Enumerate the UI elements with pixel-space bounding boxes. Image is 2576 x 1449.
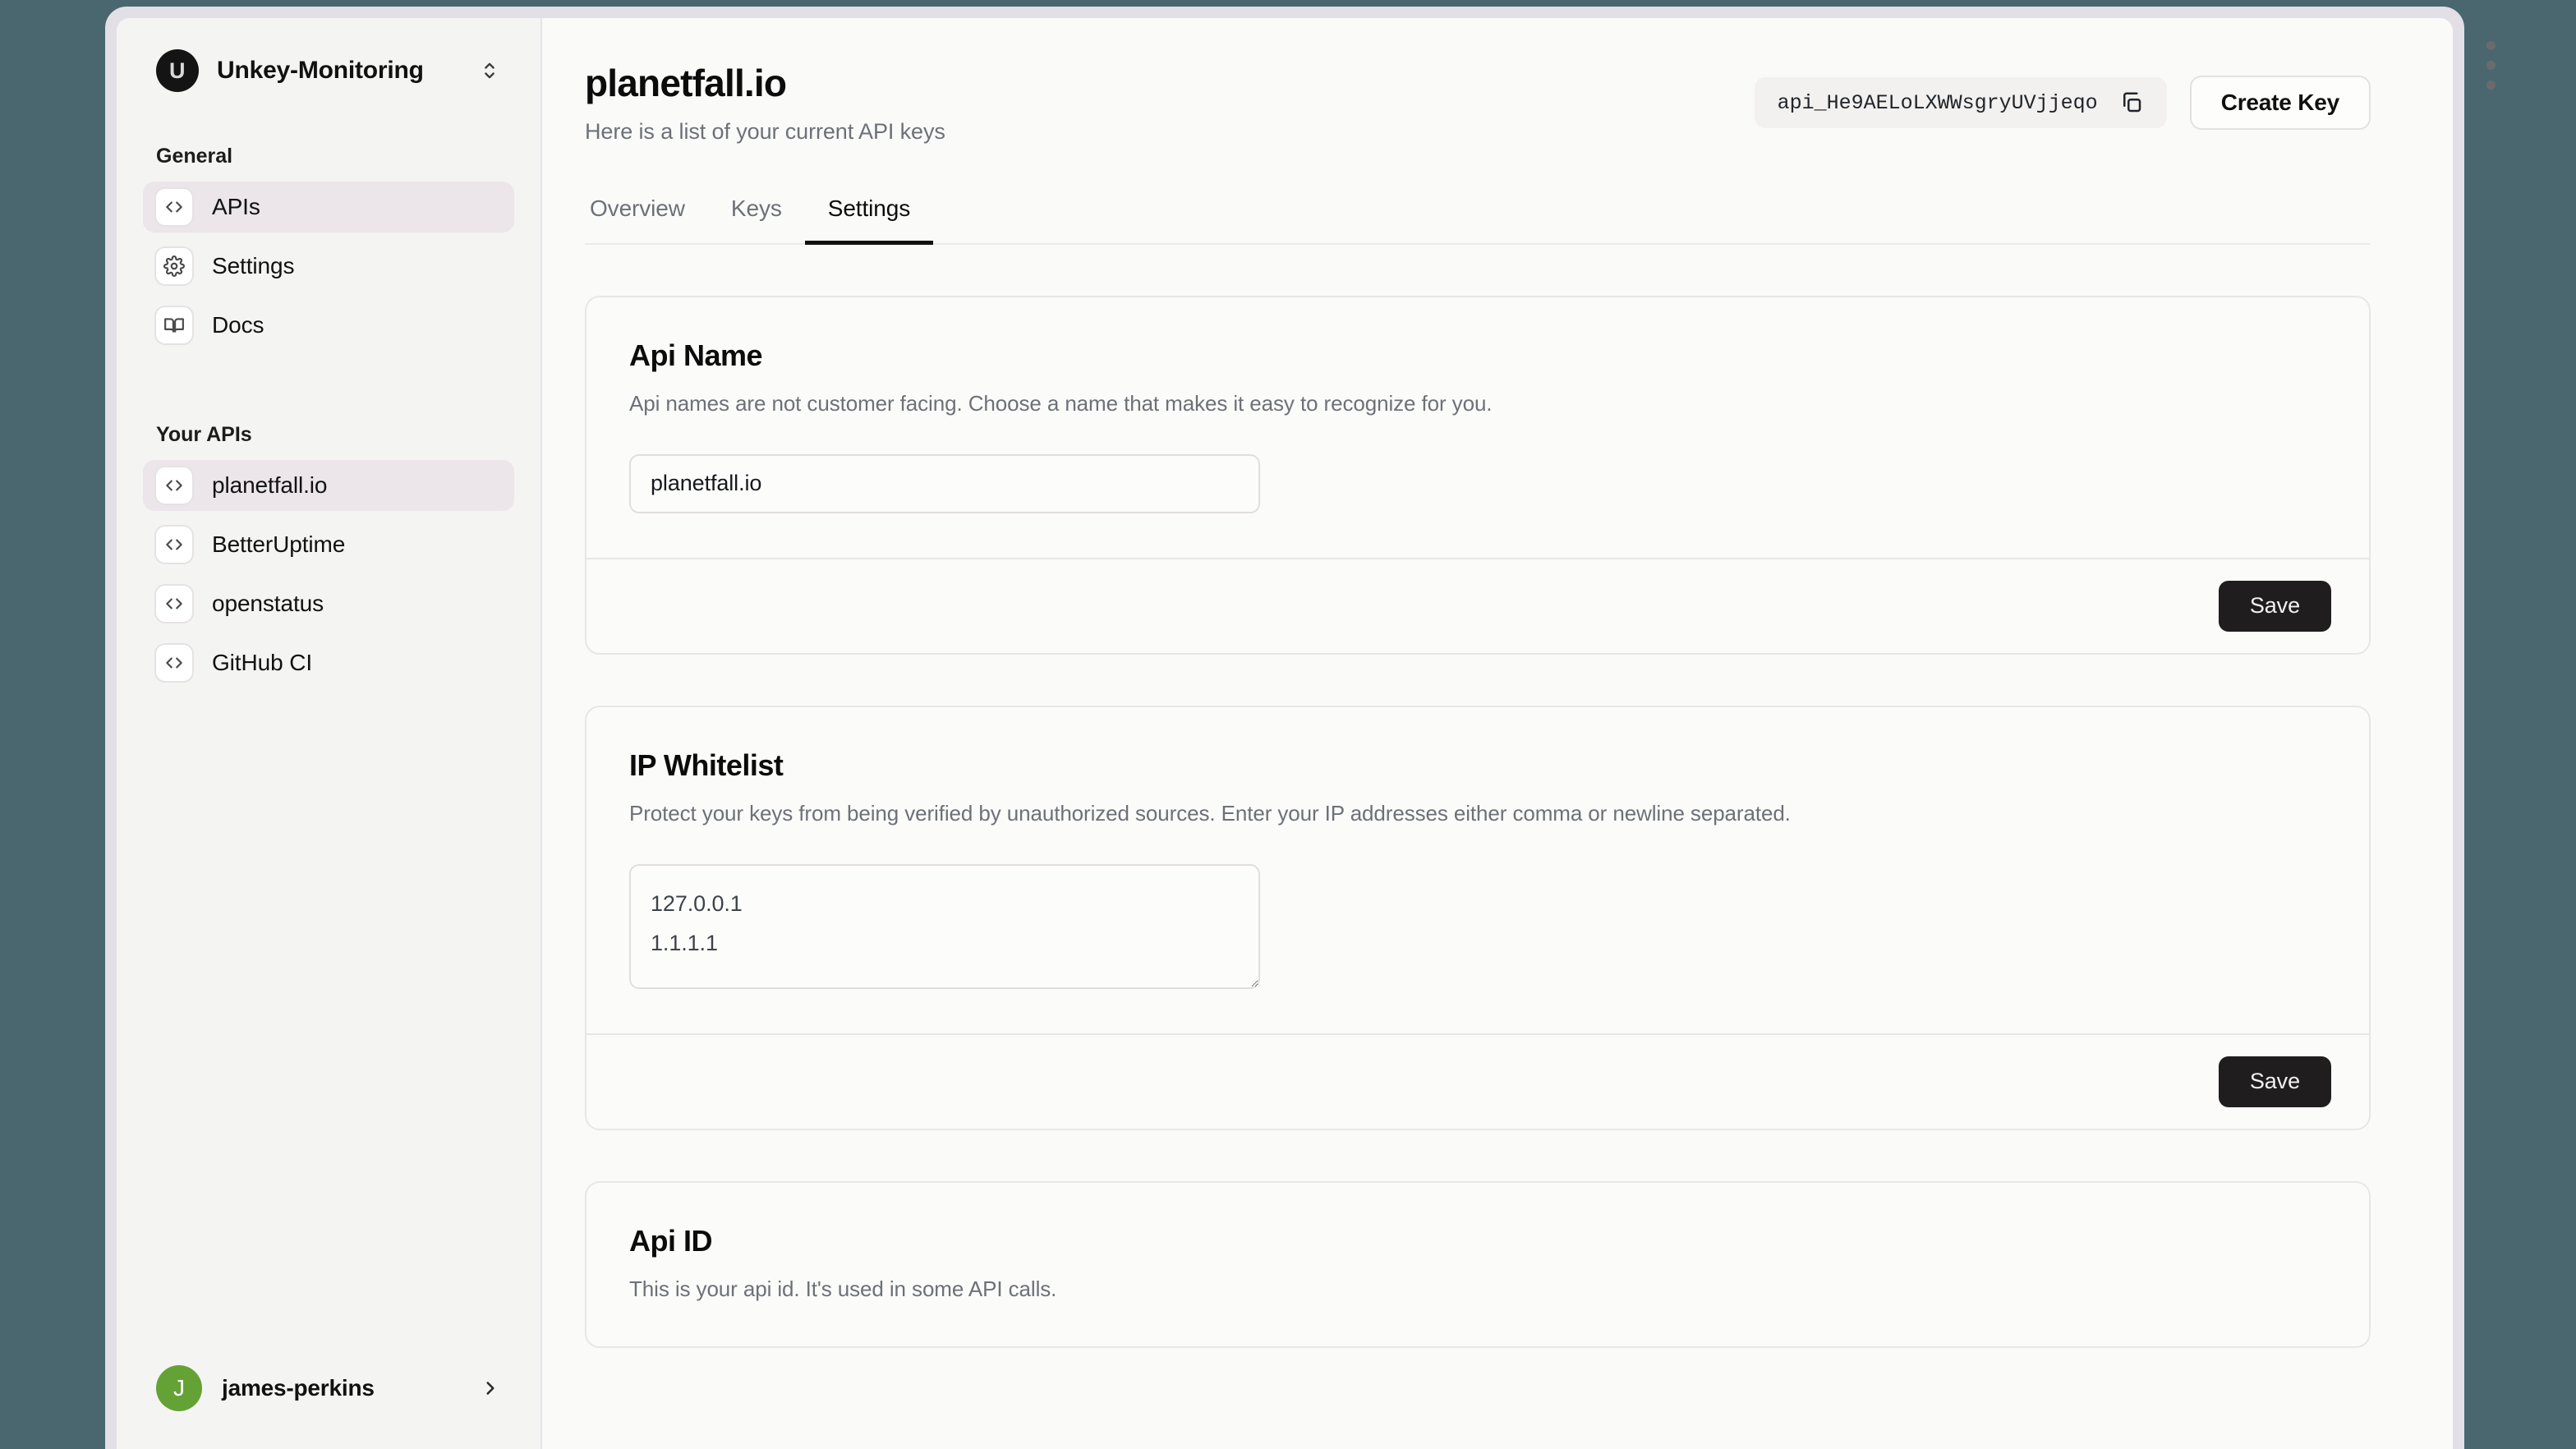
code-icon (154, 187, 194, 227)
sidebar-item-label: planetfall.io (212, 472, 327, 499)
sidebar-item-label: APIs (212, 194, 260, 220)
sidebar-item-label: openstatus (212, 591, 324, 617)
card-description: Api names are not customer facing. Choos… (629, 391, 2326, 416)
sidebar: U Unkey-Monitoring General APIs (117, 18, 542, 1449)
ip-whitelist-card-body: IP Whitelist Protect your keys from bein… (586, 707, 2369, 1033)
card-title: IP Whitelist (629, 748, 2326, 783)
tab-settings[interactable]: Settings (805, 196, 933, 243)
api-key-value: api_He9AELoLXWWsgryUVjjeqo (1778, 91, 2098, 115)
user-name: james-perkins (222, 1375, 460, 1401)
sidebar-item-docs[interactable]: Docs (143, 300, 514, 351)
workspace-avatar: U (156, 49, 199, 92)
save-button[interactable]: Save (2219, 1056, 2331, 1107)
workspace-switcher[interactable]: U Unkey-Monitoring (143, 18, 514, 123)
chevron-up-down-icon (478, 57, 501, 85)
copy-icon[interactable] (2119, 90, 2144, 115)
card-description: This is your api id. It's used in some A… (629, 1276, 2326, 1302)
sidebar-item-label: BetterUptime (212, 531, 345, 558)
sidebar-spacer (143, 697, 514, 1339)
ip-whitelist-card: IP Whitelist Protect your keys from bein… (585, 706, 2371, 1130)
app-panel: U Unkey-Monitoring General APIs (117, 18, 2453, 1449)
code-icon (154, 525, 194, 564)
ip-whitelist-textarea[interactable]: 127.0.0.1 1.1.1.1 (629, 864, 1260, 989)
sidebar-item-settings[interactable]: Settings (143, 241, 514, 292)
sidebar-item-label: Settings (212, 253, 294, 279)
code-icon (154, 466, 194, 505)
app-window: U Unkey-Monitoring General APIs (105, 7, 2464, 1449)
ip-whitelist-card-footer: Save (586, 1033, 2369, 1129)
sidebar-item-betteruptime[interactable]: BetterUptime (143, 519, 514, 570)
card-title: Api ID (629, 1224, 2326, 1258)
grip-dot (2486, 80, 2496, 90)
grip-dot (2486, 41, 2496, 50)
header-actions: api_He9AELoLXWWsgryUVjjeqo Create Key (1755, 62, 2371, 130)
api-name-card: Api Name Api names are not customer faci… (585, 296, 2371, 655)
api-name-input[interactable] (629, 454, 1260, 513)
avatar: J (156, 1365, 202, 1411)
api-id-card: Api ID This is your api id. It's used in… (585, 1181, 2371, 1348)
nav-section-general-label: General (143, 145, 514, 168)
api-key-copy-pill[interactable]: api_He9AELoLXWWsgryUVjjeqo (1755, 77, 2167, 128)
sidebar-item-apis[interactable]: APIs (143, 182, 514, 232)
card-title: Api Name (629, 338, 2326, 373)
window-grip-handle[interactable] (2486, 41, 2496, 90)
api-id-card-body: Api ID This is your api id. It's used in… (586, 1183, 2369, 1346)
workspace-name: Unkey-Monitoring (217, 57, 460, 85)
sidebar-item-label: Docs (212, 312, 264, 338)
page-subtitle: Here is a list of your current API keys (585, 119, 945, 145)
tab-bar: Overview Keys Settings (585, 196, 2371, 245)
code-icon (154, 643, 194, 683)
api-name-card-body: Api Name Api names are not customer faci… (586, 297, 2369, 558)
tab-overview[interactable]: Overview (585, 196, 708, 243)
user-menu[interactable]: J james-perkins (143, 1339, 514, 1438)
sidebar-item-label: GitHub CI (212, 650, 312, 676)
book-icon (154, 306, 194, 345)
nav-section-your-apis-label: Your APIs (143, 423, 514, 447)
chevron-right-icon (480, 1378, 501, 1399)
gear-icon (154, 246, 194, 286)
sidebar-item-planetfall-io[interactable]: planetfall.io (143, 460, 514, 511)
card-description: Protect your keys from being verified by… (629, 801, 2326, 826)
api-name-card-footer: Save (586, 558, 2369, 653)
create-key-button[interactable]: Create Key (2190, 76, 2371, 130)
sidebar-item-github-ci[interactable]: GitHub CI (143, 637, 514, 688)
main-content: planetfall.io Here is a list of your cur… (542, 18, 2453, 1449)
page-header: planetfall.io Here is a list of your cur… (585, 62, 2371, 145)
page-title: planetfall.io (585, 62, 945, 104)
grip-dot (2486, 61, 2496, 70)
sidebar-item-openstatus[interactable]: openstatus (143, 578, 514, 629)
tab-keys[interactable]: Keys (708, 196, 805, 243)
save-button[interactable]: Save (2219, 581, 2331, 632)
code-icon (154, 584, 194, 623)
page-heading-group: planetfall.io Here is a list of your cur… (585, 62, 945, 145)
